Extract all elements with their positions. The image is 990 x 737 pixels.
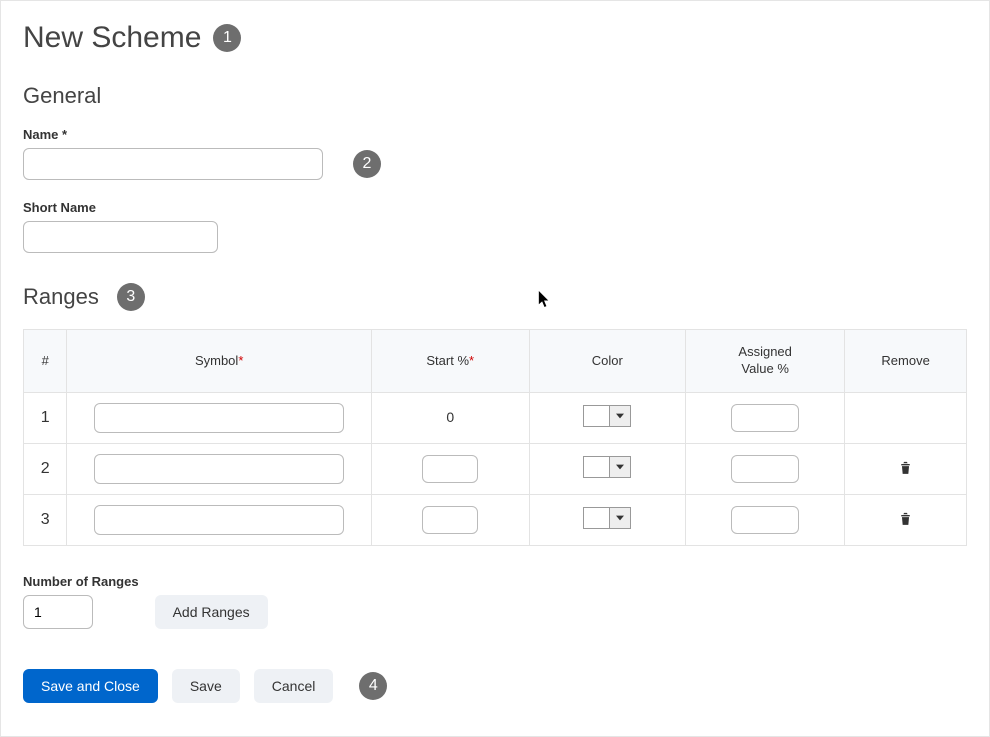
step-badge-2: 2 [353,150,381,178]
col-header-assigned: AssignedValue % [686,330,845,393]
col-header-start: Start %* [371,330,529,393]
save-button[interactable]: Save [172,669,240,703]
table-row: 3 [24,494,967,545]
name-required-star: * [62,127,67,142]
col-header-symbol: Symbol* [67,330,372,393]
assigned-value-input[interactable] [731,455,799,483]
symbol-input[interactable] [94,403,344,433]
color-swatch [584,406,610,426]
chevron-down-icon [610,457,630,477]
ranges-section-heading: Ranges [23,284,99,310]
start-percent-input[interactable] [422,455,478,483]
symbol-required-star: * [238,353,243,368]
color-picker[interactable] [583,405,631,427]
col-header-num: # [24,330,67,393]
general-section-heading: General [23,83,967,109]
trash-icon [897,515,914,530]
remove-row-button[interactable] [895,508,916,532]
col-header-remove: Remove [845,330,967,393]
ranges-table: # Symbol* Start %* Color AssignedValue %… [23,329,967,546]
step-badge-1: 1 [213,24,241,52]
start-percent-input[interactable] [422,506,478,534]
row-num: 3 [24,494,67,545]
chevron-down-icon [610,406,630,426]
page-title: New Scheme [23,21,201,55]
name-label: Name * [23,127,967,142]
assigned-value-input[interactable] [731,404,799,432]
step-badge-3: 3 [117,283,145,311]
save-and-close-button[interactable]: Save and Close [23,669,158,703]
col-header-color: Color [529,330,686,393]
color-picker[interactable] [583,456,631,478]
start-required-star: * [469,353,474,368]
color-swatch [584,457,610,477]
assigned-value-input[interactable] [731,506,799,534]
table-row: 1 0 [24,392,967,443]
step-badge-4: 4 [359,672,387,700]
add-ranges-button[interactable]: Add Ranges [155,595,268,629]
symbol-input[interactable] [94,454,344,484]
num-ranges-input[interactable] [23,595,93,629]
table-row: 2 [24,443,967,494]
start-fixed-value: 0 [446,409,454,425]
chevron-down-icon [610,508,630,528]
symbol-input[interactable] [94,505,344,535]
short-name-input[interactable] [23,221,218,253]
short-name-label: Short Name [23,200,967,215]
row-num: 1 [24,392,67,443]
remove-row-button[interactable] [895,457,916,481]
name-input[interactable] [23,148,323,180]
row-num: 2 [24,443,67,494]
color-picker[interactable] [583,507,631,529]
cancel-button[interactable]: Cancel [254,669,334,703]
num-ranges-label: Number of Ranges [23,574,139,589]
color-swatch [584,508,610,528]
trash-icon [897,464,914,479]
